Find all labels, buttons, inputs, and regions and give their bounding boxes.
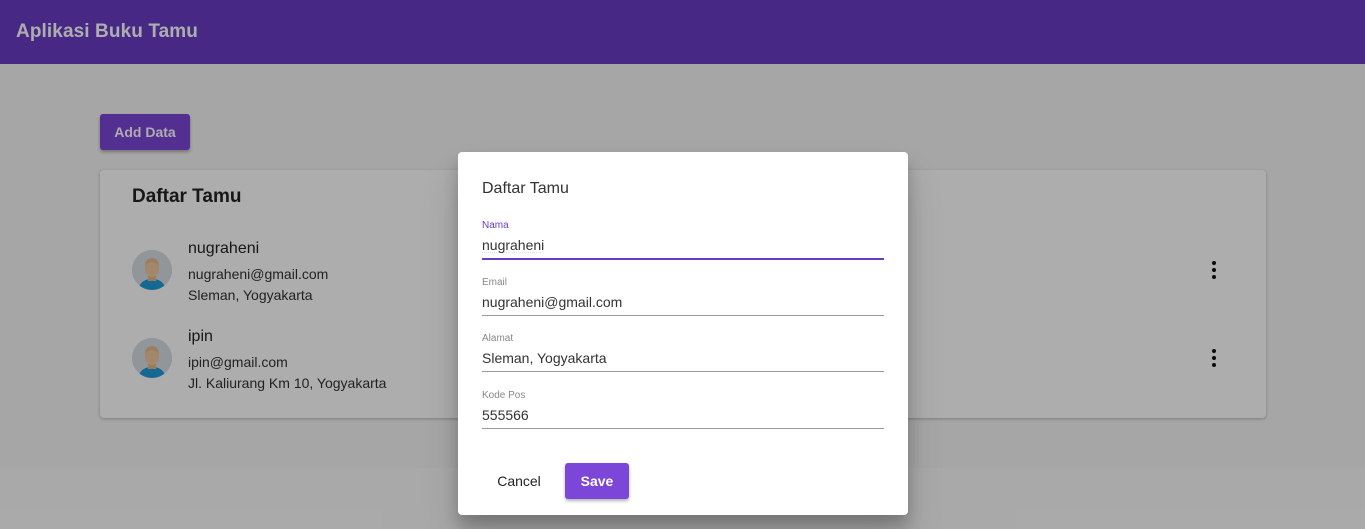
email-label: Email bbox=[482, 277, 508, 288]
email-field: Email bbox=[482, 277, 884, 325]
cancel-button[interactable]: Cancel bbox=[482, 463, 556, 499]
address-underline bbox=[482, 371, 884, 372]
name-label: Nama bbox=[482, 220, 509, 231]
email-input[interactable] bbox=[482, 292, 884, 312]
address-field: Alamat bbox=[482, 333, 884, 381]
address-input[interactable] bbox=[482, 348, 884, 368]
guest-dialog: Daftar Tamu Nama Email Alamat Kode Pos C… bbox=[458, 152, 908, 515]
name-field: Nama bbox=[482, 220, 884, 268]
name-input[interactable] bbox=[482, 235, 884, 255]
name-underline bbox=[482, 258, 884, 260]
save-button[interactable]: Save bbox=[565, 463, 629, 499]
postal-code-underline bbox=[482, 428, 884, 429]
dialog-title: Daftar Tamu bbox=[482, 180, 569, 197]
postal-code-input[interactable] bbox=[482, 405, 884, 425]
email-underline bbox=[482, 315, 884, 316]
postal-code-label: Kode Pos bbox=[482, 390, 526, 401]
page: Aplikasi Buku Tamu Add Data Daftar Tamu … bbox=[0, 0, 1365, 529]
postal-code-field: Kode Pos bbox=[482, 390, 884, 438]
address-label: Alamat bbox=[482, 333, 514, 344]
